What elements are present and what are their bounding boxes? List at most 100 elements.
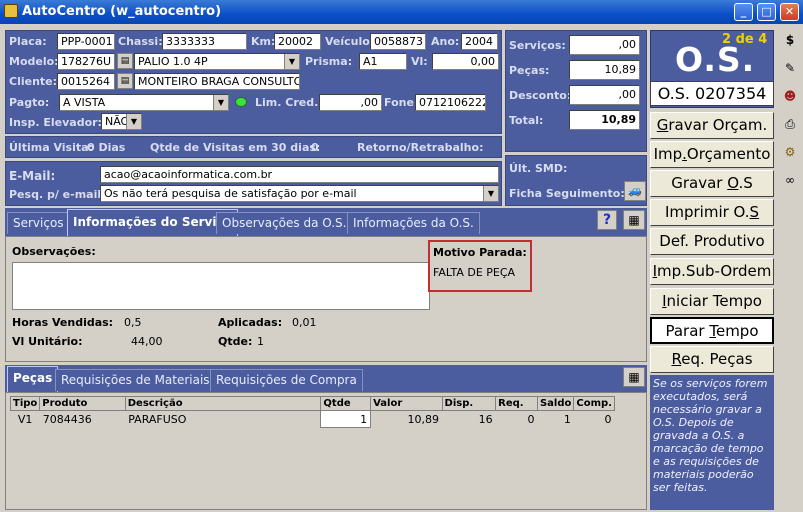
obs-textarea[interactable] (12, 262, 430, 310)
desconto-label: Desconto: (509, 89, 572, 102)
def-produtivo-button[interactable]: Def. Produtivo (650, 228, 774, 255)
modelo-select[interactable]: PALIO 1.0 4P ▼ (134, 53, 300, 70)
cliente-name-field[interactable]: MONTEIRO BRAGA CONSULTORIA (134, 73, 300, 90)
button-label-part: O (727, 174, 739, 192)
pesq-select[interactable]: Os não terá pesquisa de satisfação por e… (100, 185, 499, 202)
tab-pecas[interactable]: Peças (7, 366, 59, 392)
retorno-label: Retorno/Retrabalho: (357, 141, 484, 154)
insp-select[interactable]: NÃO ▼ (101, 113, 142, 130)
printer-icon[interactable]: ⎙ (780, 114, 800, 134)
vl-field[interactable]: 0,00 (432, 53, 499, 70)
button-label-part: Imprimir O. (664, 203, 750, 221)
tab-requisicoes-materiais[interactable]: Requisições de Materiais (55, 369, 216, 391)
tab-requisicoes-compra[interactable]: Requisições de Compra (210, 369, 363, 391)
chassi-field[interactable]: 3333333 (162, 33, 247, 50)
aplicadas-value: 0,01 (292, 316, 317, 329)
table-row[interactable]: V1 7084436 PARAFUSO 1 10,89 16 0 1 0 (10, 410, 615, 428)
grid-icon[interactable]: ▦ (623, 210, 645, 230)
email-field[interactable]: acao@acaoinformatica.com.br (100, 166, 499, 183)
dollar-icon[interactable]: $ (780, 30, 800, 50)
help-icon[interactable]: ? (597, 210, 617, 230)
column-header[interactable]: Valor (370, 396, 443, 411)
gravar-os-button[interactable]: Gravar O.S (650, 170, 774, 197)
status-led-icon (235, 97, 247, 107)
button-label-part: Def. Produtivo (659, 232, 765, 250)
chevron-down-icon: ▼ (126, 114, 141, 129)
limcred-field[interactable]: ,00 (319, 94, 382, 111)
fone-field[interactable]: 07121062226 (415, 94, 486, 111)
pesq-label: Pesq. p/ e-mail: (9, 188, 106, 201)
column-header[interactable]: Saldo (536, 396, 575, 411)
vl-label: Vl: (411, 55, 428, 68)
edit-icon[interactable]: ✎ (780, 58, 800, 78)
tab-informacoes-os[interactable]: Informações da O.S. (347, 212, 480, 234)
imprimir-os-button[interactable]: Imprimir O.S (650, 199, 774, 226)
aplicadas-label: Aplicadas: (218, 316, 283, 329)
cliente-label: Cliente: (9, 75, 58, 88)
table-cell: 7084436 (39, 410, 126, 428)
table-cell: 10,89 (370, 410, 443, 428)
parts-table-panel: Tipo Produto Descrição Qtde Valor Disp. Req. Sa… (5, 392, 647, 510)
button-label-part: Orçamento (686, 145, 771, 163)
horas-label: Horas Vendidas: (12, 316, 114, 329)
column-header[interactable]: Descrição (124, 396, 322, 411)
qtde-visitas-value: 0 (311, 141, 319, 154)
column-header[interactable]: Disp. (441, 396, 497, 411)
chevron-down-icon: ▼ (213, 95, 228, 110)
gravar-orcamento-button[interactable]: Gravar Orçam. (650, 112, 774, 139)
veiculo-field[interactable]: 0058873 (370, 33, 426, 50)
cliente-code-field[interactable]: 0015264 (57, 73, 115, 90)
placa-label: Placa: (9, 35, 47, 48)
modelo-search-icon[interactable]: ▤ (117, 53, 133, 69)
tab-informacoes-servico[interactable]: Informações do Serviço (67, 209, 238, 236)
parar-tempo-button[interactable]: Parar Tempo (650, 317, 774, 344)
table-cell[interactable]: 1 (320, 410, 372, 428)
motivo-parada-box: Motivo Parada: FALTA DE PEÇA (428, 240, 532, 292)
prisma-label: Prisma: (305, 55, 353, 68)
button-label-part: niciar Tempo (666, 292, 762, 310)
parts-table: Tipo Produto Descrição Qtde Valor Disp. Req. Sa… (9, 396, 615, 428)
table-cell: PARAFUSO (125, 410, 321, 428)
modelo-label: Modelo: (9, 55, 59, 68)
grid-icon[interactable]: ▦ (623, 367, 645, 387)
cliente-search-icon[interactable]: ▤ (117, 73, 133, 89)
binoculars-icon[interactable]: ∞ (780, 170, 800, 190)
gear-icon[interactable]: ⚙ (780, 142, 800, 162)
iniciar-tempo-button[interactable]: Iniciar Tempo (650, 288, 774, 315)
limcred-label: Lim. Cred.: (255, 96, 323, 109)
pagto-select[interactable]: A VISTA ▼ (59, 94, 229, 111)
column-header[interactable]: Comp. (573, 396, 615, 411)
button-label-part: R (671, 350, 682, 368)
people-icon[interactable]: ☻ (780, 86, 800, 106)
button-label-part: empo (715, 322, 759, 340)
button-label-part: ravar Orçam. (668, 116, 768, 134)
column-header[interactable]: Produto (39, 396, 126, 411)
vlunit-label: Vl Unitário: (12, 335, 83, 348)
desconto-field: ,00 (569, 85, 640, 105)
imp-sub-ordem-button[interactable]: Imp.Sub-Ordem (650, 258, 774, 285)
button-label-part: mp.Sub-Ordem (657, 262, 772, 280)
column-header[interactable]: Qtde (320, 396, 372, 411)
button-label-part: G (656, 116, 669, 134)
column-header[interactable]: Tipo (9, 396, 41, 411)
km-field[interactable]: 20002 (274, 33, 321, 50)
maximize-button[interactable]: □ (757, 3, 776, 21)
ano-field[interactable]: 2004 (461, 33, 498, 50)
prisma-field[interactable]: A1 (359, 53, 407, 70)
close-button[interactable]: ✕ (780, 3, 799, 21)
truck-icon[interactable]: 🚙 (624, 181, 646, 201)
vlunit-value: 44,00 (131, 335, 163, 348)
tab-observacoes-os[interactable]: Observações da O.S. (216, 212, 353, 234)
service-info-panel: Observações: Motivo Parada: FALTA DE PEÇ… (5, 236, 647, 362)
req-pecas-button[interactable]: Req. Peças (650, 346, 774, 373)
pagto-label: Pagto: (9, 96, 50, 109)
modelo-code-field[interactable]: 178276U (57, 53, 115, 70)
imp-orcamento-button[interactable]: Imp.Orçamento (650, 141, 774, 168)
title-bar: AutoCentro (w_autocentro) _ □ ✕ (0, 0, 803, 24)
placa-field[interactable]: PPP-0001 (57, 33, 115, 50)
button-label-part: Gravar (671, 174, 728, 192)
tab-servicos[interactable]: Serviços (7, 212, 70, 234)
ano-label: Ano: (431, 35, 460, 48)
column-header[interactable]: Req. (495, 396, 538, 411)
minimize-button[interactable]: _ (734, 3, 753, 21)
